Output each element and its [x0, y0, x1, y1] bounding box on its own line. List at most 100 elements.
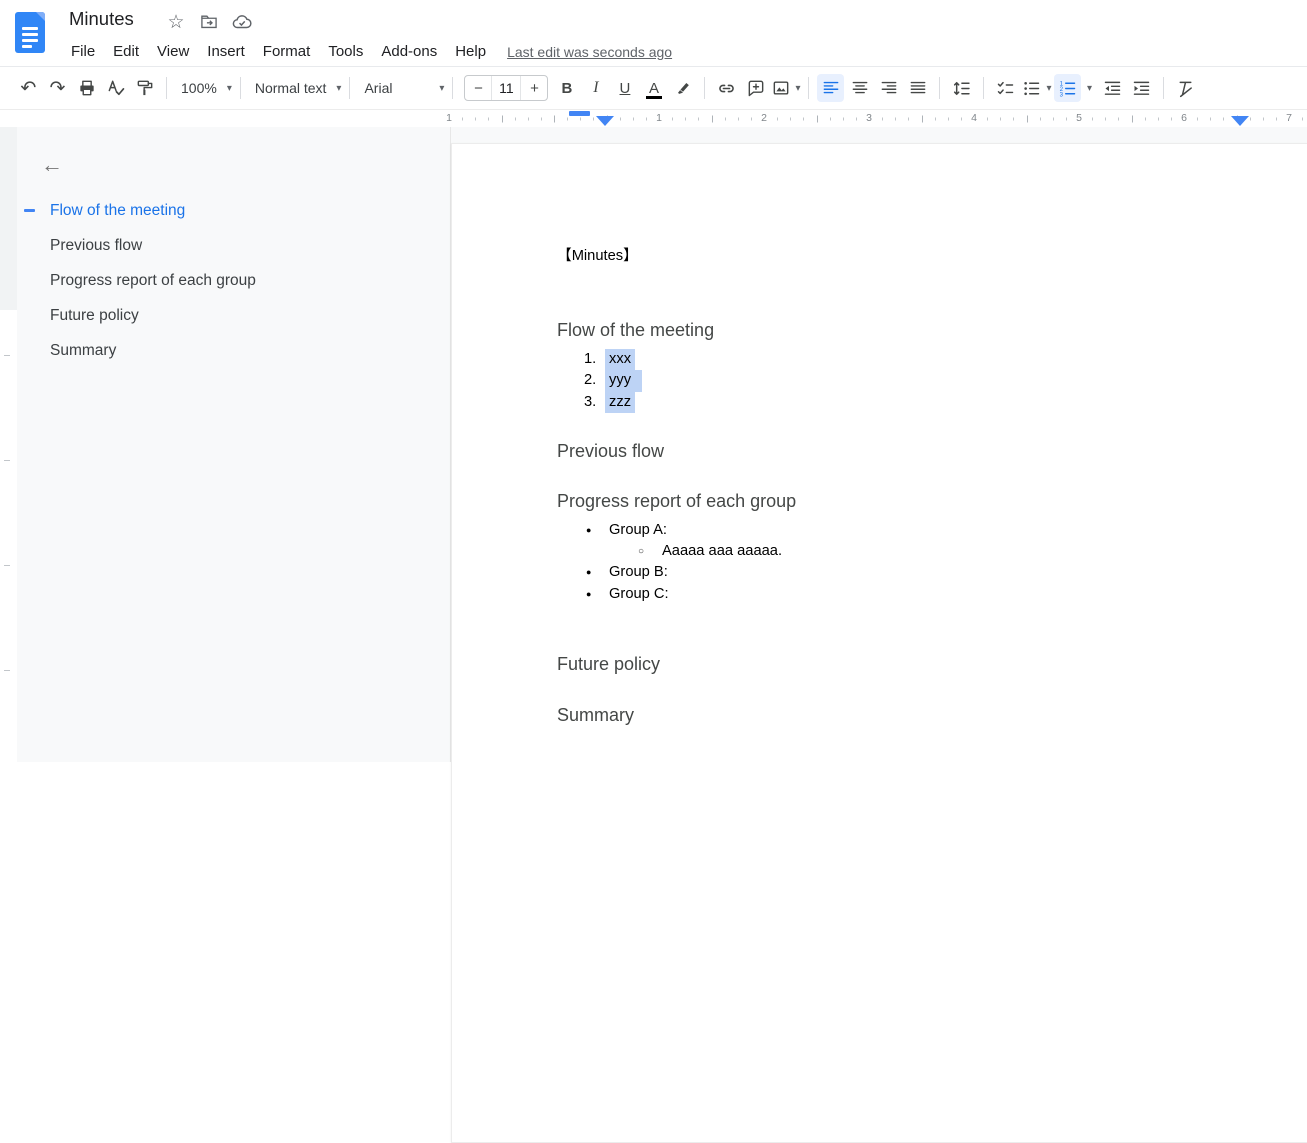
ruler-inch-label: 4 — [971, 112, 977, 124]
font-family-select[interactable]: Arial ▾ — [358, 74, 444, 102]
ruler-inch-label: 2 — [761, 112, 767, 124]
menu-format[interactable]: Format — [254, 39, 320, 64]
vertical-ruler-shade — [0, 127, 17, 310]
undo-button[interactable]: ↶ — [15, 74, 42, 102]
toolbar-divider — [240, 77, 241, 99]
link-icon — [716, 78, 737, 99]
menu-help[interactable]: Help — [446, 39, 495, 64]
ruler-inch-label: 5 — [1076, 112, 1082, 124]
vertical-ruler — [0, 127, 17, 762]
bold-button[interactable]: B — [553, 74, 580, 102]
ruler-inch-label: 1 — [446, 112, 452, 124]
chevron-down-icon: ▾ — [1046, 83, 1051, 94]
last-edit-link[interactable]: Last edit was seconds ago — [507, 44, 672, 60]
checklist-button[interactable] — [992, 74, 1019, 102]
outline-item-summary[interactable]: Summary — [17, 333, 450, 368]
menu-tools[interactable]: Tools — [319, 39, 372, 64]
italic-button[interactable]: I — [582, 74, 609, 102]
bullet-list-button[interactable]: ▾ — [1021, 74, 1051, 102]
increase-indent-button[interactable] — [1128, 74, 1155, 102]
list-item[interactable]: ● Group A: — [557, 520, 1267, 541]
menu-bar: File Edit View Insert Format Tools Add-o… — [62, 39, 672, 64]
ruler-inch-label: 3 — [866, 112, 872, 124]
menu-view[interactable]: View — [148, 39, 198, 64]
redo-button[interactable]: ↷ — [44, 74, 71, 102]
list-item[interactable]: ● Group C: — [557, 584, 1267, 605]
outline-item-future-policy[interactable]: Future policy — [17, 298, 450, 333]
document-page[interactable]: 【Minutes】 Flow of the meeting 1. xxx 2. … — [451, 143, 1307, 1143]
underline-button[interactable]: U — [611, 74, 638, 102]
decrease-indent-button[interactable] — [1099, 74, 1126, 102]
doc-heading-previous[interactable]: Previous flow — [557, 439, 1267, 463]
text-color-button[interactable]: A — [640, 74, 667, 102]
numbered-list-button[interactable]: 123 — [1054, 74, 1081, 102]
bullet-icon: ● — [586, 520, 609, 541]
increase-indent-icon — [1131, 78, 1152, 99]
toolbar-divider — [349, 77, 350, 99]
move-folder-icon[interactable] — [197, 10, 221, 34]
decrease-indent-icon — [1102, 78, 1123, 99]
align-right-button[interactable] — [875, 74, 902, 102]
close-outline-button[interactable]: ← — [41, 154, 63, 176]
doc-heading-summary[interactable]: Summary — [557, 703, 1267, 727]
first-line-indent-marker[interactable] — [569, 111, 590, 116]
doc-heading-flow[interactable]: Flow of the meeting — [557, 318, 1267, 342]
logo-line — [22, 39, 38, 42]
bullet-list: ● Group A: ○ Aaaaa aaa aaaaa. ● Group B:… — [557, 520, 1267, 605]
selected-text[interactable]: xxx — [605, 349, 635, 370]
cloud-saved-icon[interactable] — [230, 10, 254, 34]
right-indent-marker[interactable] — [1231, 116, 1249, 126]
editor-area: ← Flow of the meeting Previous flow Prog… — [0, 127, 1307, 762]
numbered-list-dropdown[interactable]: ▾ — [1083, 74, 1097, 102]
ruler-inch-label: 6 — [1181, 112, 1187, 124]
highlight-color-button[interactable] — [669, 74, 696, 102]
list-item[interactable]: 1. xxx — [557, 349, 1267, 370]
selected-text[interactable]: zzz — [605, 392, 635, 413]
outline-item-flow-of-the-meeting[interactable]: Flow of the meeting — [17, 193, 450, 228]
chevron-down-icon: ▾ — [336, 83, 341, 94]
checklist-icon — [995, 78, 1016, 99]
menu-edit[interactable]: Edit — [104, 39, 148, 64]
line-spacing-button[interactable] — [948, 74, 975, 102]
menu-file[interactable]: File — [62, 39, 104, 64]
doc-heading-progress[interactable]: Progress report of each group — [557, 489, 1267, 513]
font-size-input[interactable]: 11 — [491, 76, 521, 100]
outline-item-previous-flow[interactable]: Previous flow — [17, 228, 450, 263]
google-docs-logo-icon[interactable] — [15, 12, 45, 53]
doc-paragraph-title[interactable]: 【Minutes】 — [557, 246, 1267, 266]
outline-item-progress-report[interactable]: Progress report of each group — [17, 263, 450, 298]
line-spacing-icon — [951, 78, 972, 99]
spellcheck-button[interactable] — [102, 74, 129, 102]
zoom-select[interactable]: 100% ▾ — [175, 74, 232, 102]
menu-insert[interactable]: Insert — [198, 39, 254, 64]
insert-comment-button[interactable] — [742, 74, 769, 102]
font-size-decrease-button[interactable]: − — [465, 76, 491, 100]
insert-link-button[interactable] — [713, 74, 740, 102]
bullet-icon: ● — [586, 584, 609, 605]
print-button[interactable] — [73, 74, 100, 102]
left-indent-marker[interactable] — [596, 116, 614, 126]
selected-text[interactable]: yyy — [605, 370, 642, 391]
insert-image-button[interactable]: ▾ — [771, 74, 800, 102]
align-justify-button[interactable] — [904, 74, 931, 102]
font-size-increase-button[interactable]: + — [521, 76, 547, 100]
menu-addons[interactable]: Add-ons — [372, 39, 446, 64]
list-item[interactable]: ● Group B: — [557, 562, 1267, 583]
paragraph-style-select[interactable]: Normal text ▾ — [249, 74, 342, 102]
active-outline-dash — [24, 209, 35, 212]
star-icon[interactable]: ☆ — [164, 10, 188, 34]
list-item[interactable]: 2. yyy — [557, 370, 1267, 391]
logo-line — [22, 27, 38, 30]
doc-heading-future[interactable]: Future policy — [557, 652, 1267, 676]
list-item[interactable]: 3. zzz — [557, 392, 1267, 413]
document-title[interactable]: Minutes — [69, 8, 134, 30]
title-bar: Minutes ☆ File Edit View Insert Format T… — [0, 0, 1307, 67]
align-center-button[interactable] — [846, 74, 873, 102]
clear-formatting-button[interactable] — [1172, 74, 1199, 102]
align-left-button[interactable] — [817, 74, 844, 102]
logo-line — [22, 33, 38, 36]
chevron-down-icon: ▾ — [795, 83, 800, 94]
list-subitem[interactable]: ○ Aaaaa aaa aaaaa. — [557, 541, 1267, 562]
chevron-down-icon: ▾ — [439, 83, 444, 94]
paint-format-button[interactable] — [131, 74, 158, 102]
